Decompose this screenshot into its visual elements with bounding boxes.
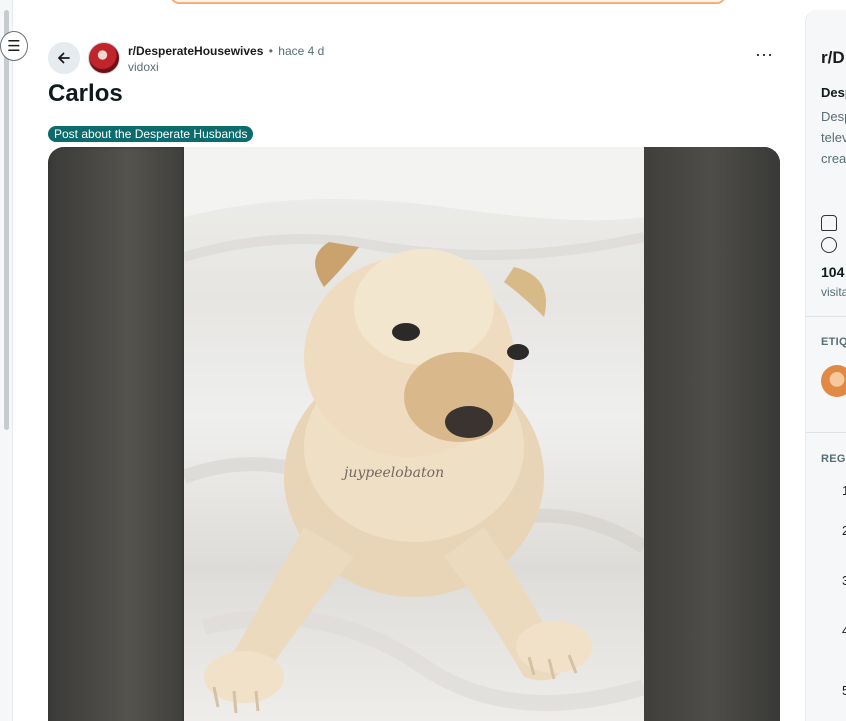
more-options-button[interactable]: ···	[752, 44, 776, 68]
description-line: Desp	[821, 109, 846, 124]
cake-icon	[821, 215, 837, 231]
subreddit-avatar[interactable]	[88, 42, 120, 74]
hamburger-icon: ☰	[7, 37, 21, 55]
community-description: Desp telev crea	[821, 106, 846, 169]
visitor-count-label: visita	[821, 285, 846, 299]
rule-item[interactable]: 1	[842, 483, 846, 498]
user-flair-avatar[interactable]	[821, 365, 846, 397]
subreddit-link[interactable]: r/DesperateHousewives	[128, 44, 263, 58]
puppy-photo: juypeelobaton	[184, 147, 644, 721]
puppy-illustration	[184, 147, 644, 714]
ellipsis-icon: ···	[755, 44, 773, 64]
scrollbar-thumb[interactable]	[4, 10, 9, 430]
community-name[interactable]: r/D	[821, 48, 845, 68]
post-title: Carlos	[48, 80, 123, 107]
top-banner[interactable]	[170, 0, 726, 4]
rule-item[interactable]: 4	[842, 623, 846, 638]
post-media[interactable]: juypeelobaton	[48, 147, 780, 721]
post-flair[interactable]: Post about the Desperate Husbands	[48, 126, 254, 142]
rule-item[interactable]: 5	[842, 683, 846, 698]
meta-separator: •	[268, 44, 273, 58]
rule-item[interactable]: 2	[842, 523, 846, 538]
arrow-left-icon	[58, 52, 70, 64]
media-blur-left	[48, 147, 184, 721]
left-scrollbar[interactable]	[0, 0, 13, 721]
visitor-count: 104	[821, 264, 845, 280]
menu-toggle-button[interactable]: ☰	[0, 31, 28, 61]
description-line: crea	[821, 151, 846, 166]
description-line: telev	[821, 130, 846, 145]
media-blur-right	[644, 147, 780, 721]
rule-item[interactable]: 3	[842, 573, 846, 588]
post-time: hace 4 d	[278, 44, 325, 58]
community-sidebar: r/D Desp Desp telev crea C P 104 visita …	[805, 10, 846, 721]
page: ☰ r/DesperateHousewives • hace 4 d vidox…	[0, 0, 846, 721]
back-button[interactable]	[48, 42, 80, 74]
flairs-section-title: ETIQ	[821, 336, 846, 348]
author-link[interactable]: vidoxi	[128, 59, 324, 75]
post-meta: r/DesperateHousewives • hace 4 d vidoxi	[128, 43, 324, 75]
globe-icon	[821, 237, 837, 253]
sidebar-divider	[806, 432, 846, 433]
rules-section-title: REGL	[821, 453, 846, 465]
image-watermark: juypeelobaton	[344, 465, 445, 481]
community-heading: Desp	[821, 85, 846, 100]
sidebar-divider	[806, 316, 846, 317]
